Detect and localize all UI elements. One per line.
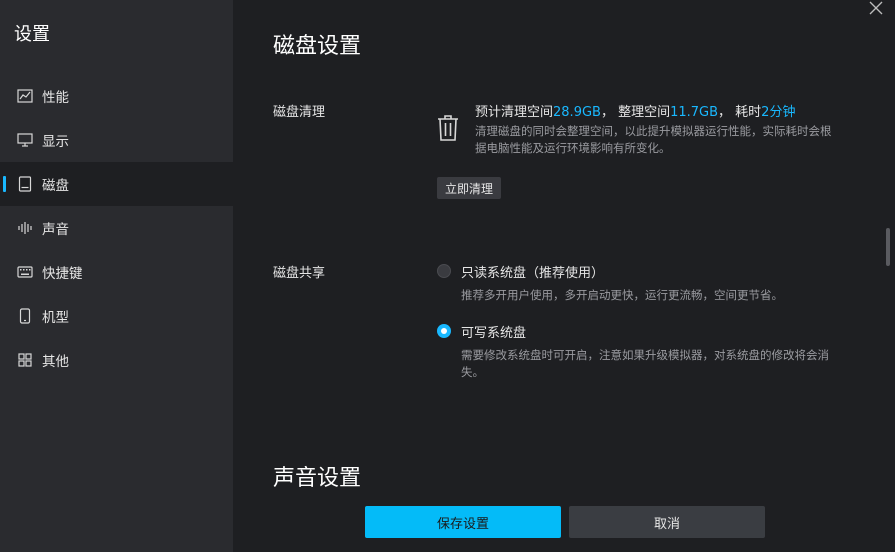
readonly-disk-label[interactable]: 只读系统盘（推荐使用） <box>461 262 604 281</box>
settings-title: 设置 <box>14 24 50 45</box>
sidebar-item-label: 性能 <box>42 90 69 106</box>
estimate-prefix: 预计清理空间 <box>475 105 554 120</box>
time-prefix: ， 耗时 <box>718 105 762 120</box>
keyboard-icon <box>17 264 33 280</box>
readonly-disk-radio[interactable] <box>437 264 451 278</box>
cleanup-desc-line2: 据电脑性能及运行环境影响有所变化。 <box>475 141 671 155</box>
readonly-desc-line1: 推荐多开用户使用，多开启动更快，运行更流畅，空间更节省。 <box>461 288 783 302</box>
sidebar-item-label: 磁盘 <box>42 178 69 194</box>
disk-share-label: 磁盘共享 <box>273 266 326 281</box>
sidebar-item-display[interactable]: 显示 <box>0 118 233 162</box>
writable-desc-line2: 失。 <box>461 365 484 379</box>
grid-icon <box>17 352 33 368</box>
clean-now-button[interactable]: 立即清理 <box>437 177 501 199</box>
monitor-icon <box>17 132 33 148</box>
writable-disk-radio[interactable] <box>437 324 451 338</box>
sound-settings-title: 声音设置 <box>273 466 362 491</box>
sidebar-item-label: 机型 <box>42 310 69 326</box>
sidebar-item-label: 其他 <box>42 354 69 370</box>
writable-disk-description: 需要修改系统盘时可开启，注意如果升级模拟器，对系统盘的修改将会消 失。 <box>461 347 829 381</box>
close-icon[interactable] <box>869 0 883 15</box>
cancel-button[interactable]: 取消 <box>569 506 765 538</box>
time-value: 2分钟 <box>761 105 796 120</box>
sidebar-item-shortcuts[interactable]: 快捷键 <box>0 250 233 294</box>
organize-prefix: ， 整理空间 <box>600 105 671 120</box>
footer-bar <box>233 496 895 552</box>
writable-desc-line1: 需要修改系统盘时可开启，注意如果升级模拟器，对系统盘的修改将会消 <box>461 348 829 362</box>
sidebar-item-label: 显示 <box>42 134 69 150</box>
readonly-disk-description: 推荐多开用户使用，多开启动更快，运行更流畅，空间更节省。 <box>461 287 783 304</box>
chart-line-icon <box>17 88 33 104</box>
phone-icon <box>17 308 33 324</box>
sidebar-item-other[interactable]: 其他 <box>0 338 233 382</box>
sidebar-item-label: 快捷键 <box>42 266 83 282</box>
cleanup-stats: 预计清理空间28.9GB， 整理空间11.7GB， 耗时2分钟 <box>475 101 795 120</box>
sidebar-item-disk[interactable]: 磁盘 <box>0 162 233 206</box>
trash-icon <box>436 114 460 142</box>
writable-disk-label[interactable]: 可写系统盘 <box>461 322 526 341</box>
cleanup-description: 清理磁盘的同时会整理空间，以此提升模拟器运行性能，实际耗时会根 据电脑性能及运行… <box>475 123 832 157</box>
sound-wave-icon <box>17 220 33 236</box>
save-settings-button[interactable]: 保存设置 <box>365 506 561 538</box>
sidebar-item-performance[interactable]: 性能 <box>0 74 233 118</box>
disk-cleanup-label: 磁盘清理 <box>273 105 326 120</box>
disk-settings-title: 磁盘设置 <box>273 34 362 59</box>
estimate-value: 28.9GB <box>553 105 601 120</box>
scrollbar[interactable] <box>886 228 890 266</box>
sidebar-item-label: 声音 <box>42 222 69 238</box>
disk-icon <box>17 176 33 192</box>
sidebar: 设置 性能 显示 磁盘 声音 快捷键 机型 其他 <box>0 0 233 552</box>
sidebar-item-model[interactable]: 机型 <box>0 294 233 338</box>
organize-value: 11.7GB <box>670 105 719 120</box>
cleanup-desc-line1: 清理磁盘的同时会整理空间，以此提升模拟器运行性能，实际耗时会根 <box>475 124 832 138</box>
sidebar-item-sound[interactable]: 声音 <box>0 206 233 250</box>
